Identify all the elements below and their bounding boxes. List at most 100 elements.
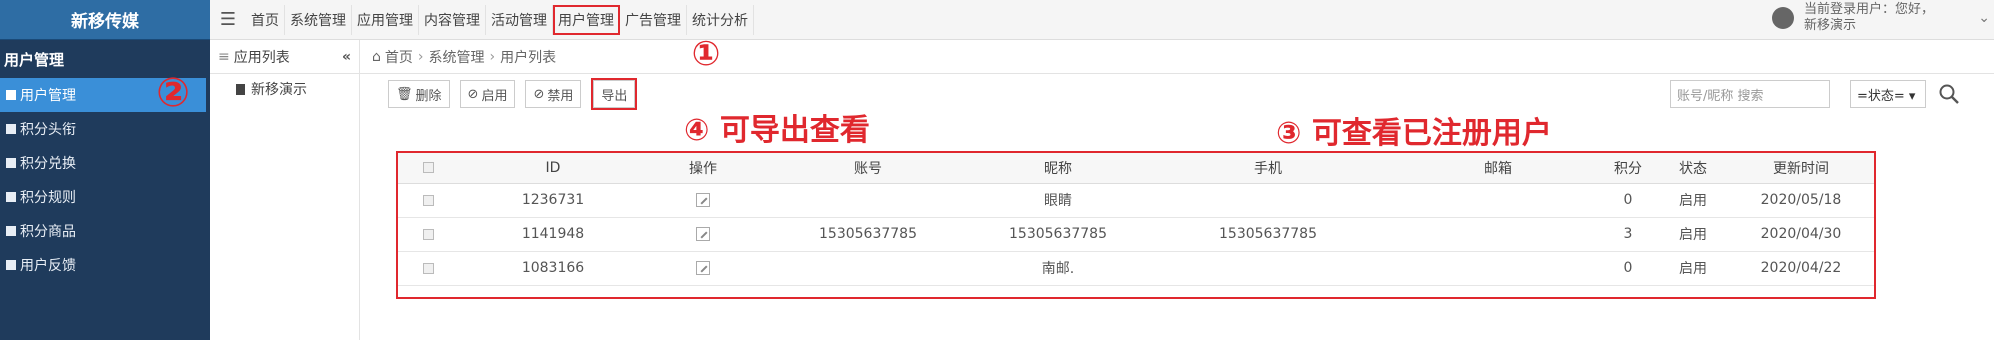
tab-users[interactable]: 用户管理	[553, 4, 620, 35]
sidebar-item-points-goods[interactable]: 积分商品	[0, 214, 210, 248]
cell-id: 1141948	[458, 217, 648, 252]
user-table: ID 操作 账号 昵称 手机 邮箱 积分 状态 更新时间 1236731 眼睛 …	[398, 153, 1874, 286]
breadcrumb-home[interactable]: 首页	[385, 47, 413, 67]
list-icon: ≡	[218, 48, 230, 65]
menu-icon	[6, 226, 16, 236]
user-info[interactable]: 当前登录用户：您好， 新移演示	[1771, 2, 1934, 34]
row-checkbox[interactable]	[398, 251, 458, 286]
user-table-container: ID 操作 账号 昵称 手机 邮箱 积分 状态 更新时间 1236731 眼睛 …	[396, 151, 1876, 299]
cell-email	[1398, 183, 1598, 218]
hamburger-menu-icon[interactable]: ☰	[210, 9, 246, 30]
enable-button[interactable]: ⊘ 启用	[459, 80, 516, 108]
disable-button[interactable]: ⊘ 禁用	[525, 80, 582, 108]
cell-updated: 2020/05/18	[1728, 183, 1874, 218]
col-actions: 操作	[648, 153, 758, 184]
sidebar-item-points-rules[interactable]: 积分规则	[0, 180, 210, 214]
delete-button[interactable]: 🗑 删除	[388, 80, 450, 108]
edit-icon[interactable]	[648, 183, 758, 218]
sidebar-item-label: 积分头衔	[20, 122, 76, 138]
cell-phone	[1138, 251, 1398, 286]
cell-nickname: 南邮.	[978, 251, 1138, 286]
search-icon[interactable]	[1938, 83, 1960, 105]
chevron-down-icon[interactable]: ⌄	[1978, 10, 1990, 26]
cell-email	[1398, 217, 1598, 252]
breadcrumb-system[interactable]: 系统管理	[429, 47, 485, 67]
menu-icon	[6, 90, 16, 100]
cell-phone: 15305637785	[1138, 217, 1398, 252]
tab-home[interactable]: 首页	[246, 4, 285, 35]
cell-nickname: 眼睛	[978, 183, 1138, 218]
annotation-users: ③ 可查看已注册用户	[1276, 116, 1552, 151]
table-row: 1083166 南邮. 0 启用 2020/04/22	[398, 251, 1874, 286]
tab-stats[interactable]: 统计分析	[687, 4, 754, 35]
user-avatar-icon	[1771, 7, 1794, 29]
check-circle-icon: ⊘	[467, 86, 479, 102]
cell-status[interactable]: 启用	[1658, 183, 1728, 218]
breadcrumb-separator: ›	[489, 48, 496, 65]
annotation-1: ①	[691, 34, 721, 74]
breadcrumb-current: 用户列表	[500, 49, 557, 66]
brand-logo: 新移传媒	[0, 0, 210, 40]
user-text: 当前登录用户：您好， 新移演示	[1804, 2, 1934, 34]
status-select[interactable]: =状态= ▾	[1850, 80, 1926, 108]
breadcrumb-separator: ›	[417, 48, 424, 65]
row-checkbox[interactable]	[398, 183, 458, 218]
col-nickname: 昵称	[978, 153, 1138, 184]
col-id: ID	[458, 153, 648, 184]
left-sidebar: 新移传媒 用户管理 用户管理 积分头衔 积分兑换 积分规则 积分商品 用户反馈	[0, 0, 210, 340]
sidebar-item-points-exchange[interactable]: 积分兑换	[0, 146, 210, 180]
top-nav: 首页 系统管理 应用管理 内容管理 活动管理 用户管理 广告管理 统计分析	[246, 0, 754, 40]
menu-icon	[6, 192, 16, 202]
select-all-checkbox[interactable]	[398, 153, 458, 184]
disable-button-label: 禁用	[547, 88, 574, 104]
sidebar-item-label: 积分兑换	[20, 156, 76, 172]
app-list-panel: ≡ 应用列表 « 新移演示	[210, 40, 360, 340]
breadcrumb: ⌂ 首页 › 系统管理 › 用户列表	[360, 40, 1994, 74]
cell-account	[758, 183, 978, 218]
home-icon: ⌂	[372, 48, 381, 65]
col-phone: 手机	[1138, 153, 1398, 184]
menu-icon	[6, 260, 16, 270]
row-checkbox[interactable]	[398, 217, 458, 252]
col-account: 账号	[758, 153, 978, 184]
user-greeting: 当前登录用户：您好，	[1803, 2, 1934, 17]
table-header-row: ID 操作 账号 昵称 手机 邮箱 积分 状态 更新时间	[398, 153, 1874, 184]
table-row: 1141948 15305637785 15305637785 15305637…	[398, 217, 1874, 252]
cell-account: 15305637785	[758, 217, 978, 252]
cell-id: 1236731	[458, 183, 648, 218]
search-input[interactable]: 账号/昵称 搜索	[1670, 80, 1830, 108]
edit-icon[interactable]	[648, 217, 758, 252]
tab-activity[interactable]: 活动管理	[486, 4, 553, 35]
cell-status[interactable]: 启用	[1658, 217, 1728, 252]
tab-ads[interactable]: 广告管理	[620, 4, 687, 35]
cell-status[interactable]: 启用	[1658, 251, 1728, 286]
sidebar-item-points-title[interactable]: 积分头衔	[0, 112, 210, 146]
toolbar: 🗑 删除 ⊘ 启用 ⊘ 禁用 导出 账号/昵称 搜索 =状态= ▾	[360, 74, 1994, 114]
tab-system[interactable]: 系统管理	[285, 4, 352, 35]
cell-points: 0	[1598, 183, 1658, 218]
user-name: 新移演示	[1803, 18, 1856, 33]
enable-button-label: 启用	[481, 88, 508, 104]
app-list-item[interactable]: 新移演示	[210, 74, 359, 104]
tab-apps[interactable]: 应用管理	[352, 4, 419, 35]
edit-icon[interactable]	[648, 251, 758, 286]
table-row: 1236731 眼睛 0 启用 2020/05/18	[398, 183, 1874, 218]
cell-updated: 2020/04/30	[1728, 217, 1874, 252]
cell-account	[758, 251, 978, 286]
sidebar-item-user-feedback[interactable]: 用户反馈	[0, 248, 210, 282]
sidebar-item-label: 积分规则	[20, 190, 76, 206]
app-list-title: 应用列表	[233, 49, 290, 66]
top-navigation-bar: ☰ 首页 系统管理 应用管理 内容管理 活动管理 用户管理 广告管理 统计分析 …	[210, 0, 1994, 40]
col-points: 积分	[1598, 153, 1658, 184]
cell-phone	[1138, 183, 1398, 218]
trash-icon: 🗑	[396, 86, 413, 102]
cell-nickname: 15305637785	[978, 217, 1138, 252]
collapse-icon[interactable]: «	[342, 49, 351, 65]
tab-content[interactable]: 内容管理	[419, 4, 486, 35]
ban-icon: ⊘	[533, 86, 545, 102]
annotation-export: ④ 可导出查看	[684, 113, 870, 148]
export-button[interactable]: 导出	[591, 78, 638, 110]
app-list-header: ≡ 应用列表 «	[210, 40, 359, 74]
cell-email	[1398, 251, 1598, 286]
sidebar-item-label: 用户管理	[20, 88, 76, 104]
